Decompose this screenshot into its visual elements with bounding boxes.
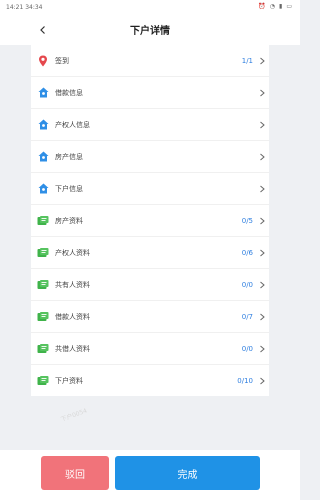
list-item[interactable]: 共借人资料 0/0 [31,333,269,365]
list-item-label: 产权人资料 [55,248,90,257]
list-item[interactable]: 产权人信息 [31,109,269,141]
list-item[interactable]: 签到 1/1 [31,45,269,77]
list-item-label: 下户资料 [55,376,83,385]
list-item-label: 签到 [55,56,69,65]
house-icon [37,151,49,163]
alarm-icon: ⏰ [258,3,266,10]
watermark: 下户0054 [59,407,88,424]
status-bar: 14:21 34:34 ⏰ ◔ ▮ ▭ [0,0,300,15]
list-item[interactable]: 产权人资料 0/6 [31,237,269,269]
location-pin-icon [37,55,49,67]
chevron-right-icon [257,88,267,98]
list-item-label: 借款信息 [55,88,83,97]
list-item[interactable]: 房产资料 0/5 [31,205,269,237]
list-item[interactable]: 下户信息 [31,173,269,205]
list-item-count: 0/0 [241,280,253,289]
reject-button[interactable]: 驳回 [41,456,109,490]
document-icon [37,311,49,323]
list-item-label: 房产信息 [55,152,83,161]
list-item-count: 0/10 [237,376,253,385]
house-icon [37,119,49,131]
chevron-right-icon [257,280,267,290]
header: 下户详情 [0,15,300,45]
list-item[interactable]: 借款人资料 0/7 [31,301,269,333]
document-icon [37,215,49,227]
chevron-right-icon [257,248,267,258]
list-item-label: 房产资料 [55,216,83,225]
house-icon [37,87,49,99]
document-icon [37,279,49,291]
document-icon [37,375,49,387]
chevron-right-icon [257,152,267,162]
list-item-label: 借款人资料 [55,312,90,321]
list-item[interactable]: 借款信息 [31,77,269,109]
document-icon [37,343,49,355]
chevron-right-icon [257,312,267,322]
list-item-count: 0/7 [241,312,253,321]
status-icons: ⏰ ◔ ▮ ▭ [258,3,292,10]
list-item[interactable]: 共有人资料 0/0 [31,269,269,301]
footer-bar: 驳回 完成 [0,450,300,500]
page-title: 下户详情 [130,26,170,37]
list-item-count: 0/6 [241,248,253,257]
wifi-icon: ◔ [269,3,276,10]
chevron-right-icon [257,344,267,354]
status-time: 14:21 34:34 [6,4,43,11]
list-item[interactable]: 房产信息 [31,141,269,173]
chevron-right-icon [257,376,267,386]
battery-icon: ▭ [286,3,292,10]
detail-list: 签到 1/1 借款信息 产权人信息 房产信息 下户信息 房产资料 0/5 产权人… [31,45,269,396]
list-item-count: 0/0 [241,344,253,353]
list-item[interactable]: 下户资料 0/10 [31,365,269,396]
done-button[interactable]: 完成 [115,456,260,490]
chevron-right-icon [257,216,267,226]
signal-icon: ▮ [279,3,283,10]
list-item-label: 产权人信息 [55,120,90,129]
document-icon [37,247,49,259]
house-icon [37,183,49,195]
chevron-right-icon [257,56,267,66]
chevron-right-icon [257,184,267,194]
list-item-label: 共有人资料 [55,280,90,289]
list-item-count: 1/1 [241,56,253,65]
list-item-label: 共借人资料 [55,344,90,353]
list-item-count: 0/5 [241,216,253,225]
list-item-label: 下户信息 [55,184,83,193]
chevron-right-icon [257,120,267,130]
